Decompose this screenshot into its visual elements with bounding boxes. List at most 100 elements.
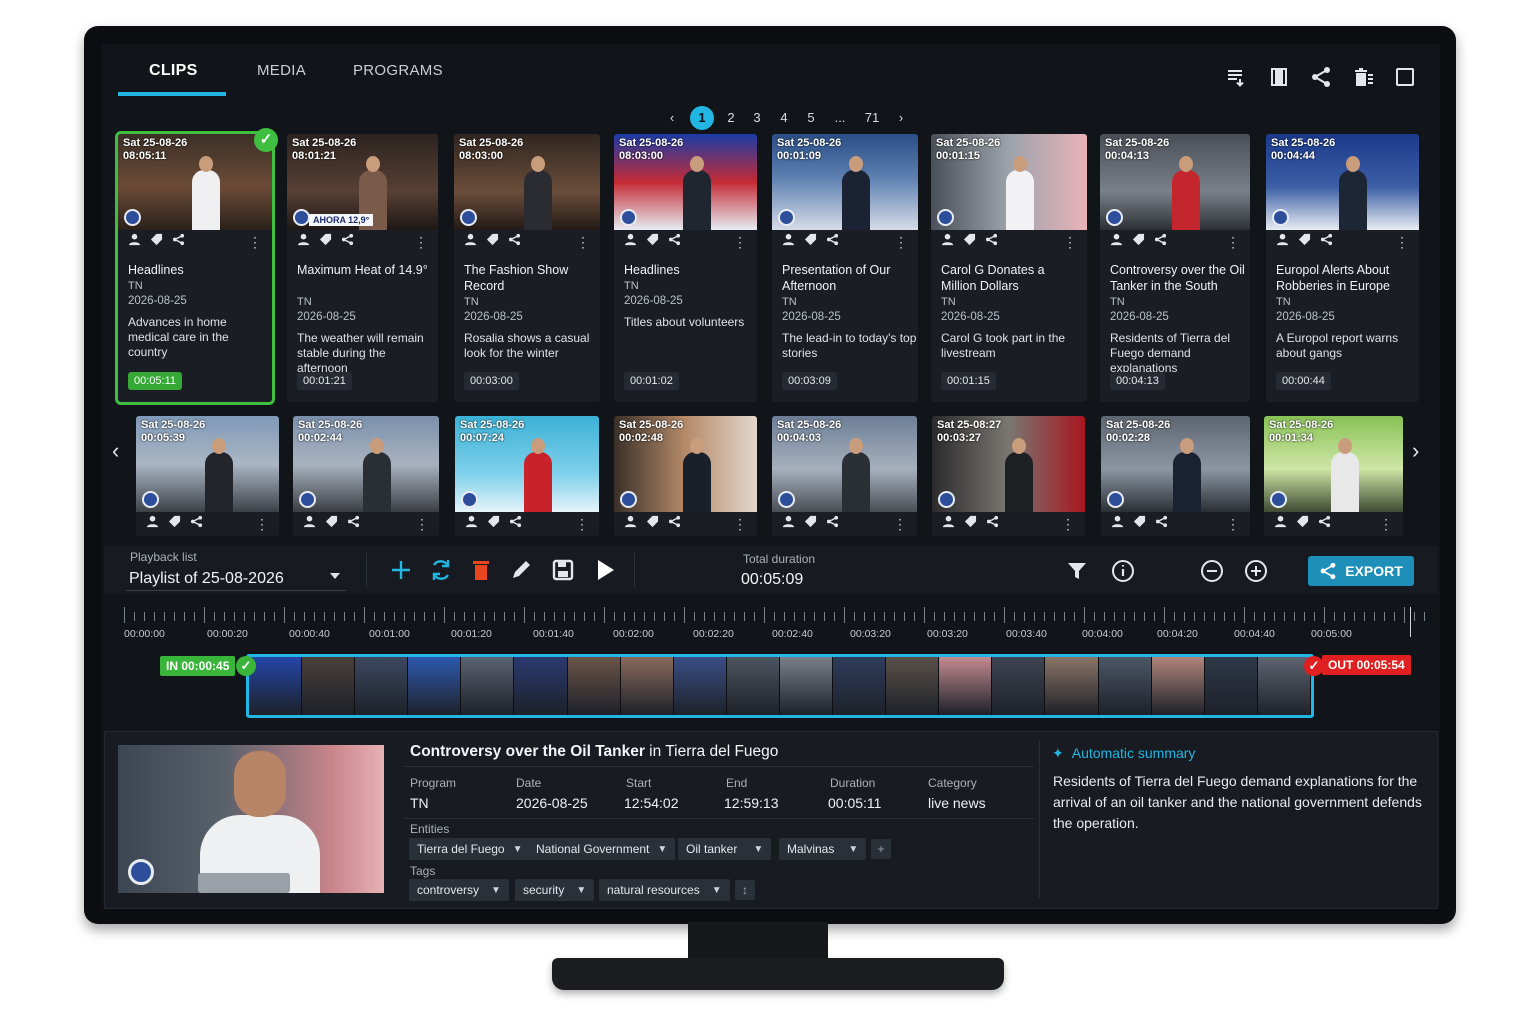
out-point-marker[interactable]: OUT 00:05:54 — [1322, 655, 1411, 675]
share-icon[interactable] — [826, 233, 839, 251]
more-options-icon[interactable]: ⋮ — [248, 235, 262, 249]
people-icon[interactable] — [128, 233, 141, 251]
clip-card[interactable]: Sat 25-08-26 00:04:03 ⋮ — [772, 416, 917, 536]
people-icon[interactable] — [942, 515, 955, 533]
tab-media[interactable]: MEDIA — [257, 62, 306, 79]
clip-card[interactable]: Sat 25-08-26 00:05:39 ⋮ — [136, 416, 279, 536]
page-1[interactable]: 1 — [690, 106, 714, 130]
share-icon[interactable] — [826, 515, 839, 533]
carousel-prev-arrow[interactable]: ‹ — [112, 438, 119, 464]
preview-video[interactable] — [118, 745, 384, 893]
tag-icon[interactable] — [486, 233, 499, 251]
entity-chip[interactable]: Malvinas ▼ — [779, 838, 867, 860]
playback-list-select[interactable]: Playlist of 25-08-2026 — [126, 567, 346, 591]
more-options-icon[interactable]: ⋮ — [733, 235, 747, 249]
share-icon[interactable] — [190, 515, 203, 533]
people-icon[interactable] — [782, 233, 795, 251]
share-icon[interactable] — [668, 515, 681, 533]
tag-icon[interactable] — [1298, 233, 1311, 251]
people-icon[interactable] — [464, 233, 477, 251]
more-options-icon[interactable]: ⋮ — [1379, 517, 1393, 531]
clip-card[interactable]: Sat 25-08-26 00:01:09 ⋮ Presentation of O… — [772, 134, 918, 402]
page-2[interactable]: 2 — [721, 108, 741, 128]
refresh-icon[interactable] — [428, 557, 454, 583]
play-icon[interactable] — [592, 557, 618, 583]
in-point-marker[interactable]: IN 00:00:45 — [160, 656, 236, 676]
add-tag-button[interactable]: ↕ — [735, 880, 755, 900]
clip-thumbnail[interactable]: Sat 25-08-26 00:01:09 — [772, 134, 918, 230]
carousel-next-arrow[interactable]: › — [1412, 438, 1419, 464]
more-options-icon[interactable]: ⋮ — [1061, 517, 1075, 531]
delete-list-icon[interactable] — [1352, 66, 1374, 88]
share-icon[interactable] — [1310, 66, 1332, 88]
more-options-icon[interactable]: ⋮ — [576, 235, 590, 249]
page-4[interactable]: 4 — [774, 108, 794, 128]
clip-card[interactable]: Sat 25-08-26 00:01:34 ⋮ — [1264, 416, 1403, 536]
clip-card[interactable]: Sat 25-08-26 08:03:00 ⋮ Headlines TN 2026… — [614, 134, 757, 402]
tag-icon[interactable] — [646, 515, 659, 533]
tag-icon[interactable] — [325, 515, 338, 533]
clip-card[interactable]: Sat 25-08:27 00:03:27 ⋮ — [932, 416, 1085, 536]
share-icon[interactable] — [1318, 515, 1331, 533]
pagination-prev[interactable]: ‹ — [662, 108, 682, 128]
tab-programs[interactable]: PROGRAMS — [353, 62, 443, 79]
export-button[interactable]: EXPORT — [1308, 556, 1414, 586]
tag-icon[interactable] — [804, 233, 817, 251]
clip-card[interactable]: Sat 25-08-26 00:02:28 ⋮ — [1101, 416, 1250, 536]
page-3[interactable]: 3 — [747, 108, 767, 128]
more-options-icon[interactable]: ⋮ — [1226, 235, 1240, 249]
clip-thumbnail[interactable]: Sat 25-08-26 00:02:28 — [1101, 416, 1250, 512]
entity-chip[interactable]: Tierra del Fuego ▼ — [409, 838, 531, 860]
tag-icon[interactable] — [1296, 515, 1309, 533]
clip-thumbnail[interactable]: Sat 25-08-26 00:04:13 — [1100, 134, 1250, 230]
share-icon[interactable] — [986, 515, 999, 533]
film-icon[interactable] — [1268, 66, 1290, 88]
more-options-icon[interactable]: ⋮ — [415, 517, 429, 531]
clip-card[interactable]: Sat 25-08-26 08:03:00 ⋮ The Fashion Show … — [454, 134, 600, 402]
zoom-in-icon[interactable] — [1243, 558, 1269, 584]
clip-card[interactable]: Sat 25-08-26 00:07:24 ⋮ — [455, 416, 599, 536]
share-icon[interactable] — [1154, 233, 1167, 251]
share-icon[interactable] — [1320, 233, 1333, 251]
people-icon[interactable] — [297, 233, 310, 251]
clip-card[interactable]: Sat 25-08-26 08:01:21 AHORA 12,9° ⋮ Maxim… — [287, 134, 438, 402]
playlist-add-icon[interactable] — [1226, 66, 1248, 88]
people-icon[interactable] — [1276, 233, 1289, 251]
clip-card[interactable]: Sat 25-08-26 08:05:11 ⋮ Headlines TN 2026… — [115, 131, 275, 405]
share-icon[interactable] — [668, 233, 681, 251]
tag-icon[interactable] — [646, 233, 659, 251]
more-options-icon[interactable]: ⋮ — [255, 517, 269, 531]
page-5[interactable]: 5 — [801, 108, 821, 128]
filter-icon[interactable] — [1064, 558, 1090, 584]
clip-card[interactable]: Sat 25-08-26 00:01:15 ⋮ Carol G Donates a… — [931, 134, 1087, 402]
entity-chip[interactable]: National Government ▼ — [528, 838, 676, 860]
people-icon[interactable] — [303, 515, 316, 533]
clip-thumbnail[interactable]: Sat 25-08-26 00:04:44 — [1266, 134, 1419, 230]
tag-icon[interactable] — [319, 233, 332, 251]
tag-icon[interactable] — [150, 233, 163, 251]
tag-icon[interactable] — [487, 515, 500, 533]
entity-chip[interactable]: Oil tanker ▼ — [678, 838, 772, 860]
people-icon[interactable] — [624, 515, 637, 533]
add-entity-button[interactable]: + — [871, 839, 891, 859]
more-options-icon[interactable]: ⋮ — [894, 235, 908, 249]
share-icon[interactable] — [172, 233, 185, 251]
more-options-icon[interactable]: ⋮ — [1226, 517, 1240, 531]
clip-card[interactable]: Sat 25-08-26 00:02:48 ⋮ — [614, 416, 757, 536]
share-icon[interactable] — [509, 515, 522, 533]
tag-icon[interactable] — [963, 233, 976, 251]
tag-icon[interactable] — [168, 515, 181, 533]
edit-icon[interactable] — [508, 557, 534, 583]
share-icon[interactable] — [347, 515, 360, 533]
people-icon[interactable] — [624, 233, 637, 251]
clip-card[interactable]: Sat 25-08-26 00:02:44 ⋮ — [293, 416, 439, 536]
tag-icon[interactable] — [1132, 233, 1145, 251]
clip-thumbnail[interactable]: Sat 25-08-26 08:05:11 — [118, 134, 272, 230]
save-icon[interactable] — [550, 557, 576, 583]
timeline-clip-strip[interactable] — [246, 654, 1314, 718]
delete-icon[interactable] — [468, 557, 494, 583]
info-icon[interactable] — [1110, 558, 1136, 584]
clip-thumbnail[interactable]: Sat 25-08-26 00:04:03 — [772, 416, 917, 512]
clip-thumbnail[interactable]: Sat 25-08-26 00:02:48 — [614, 416, 757, 512]
people-icon[interactable] — [1111, 515, 1124, 533]
